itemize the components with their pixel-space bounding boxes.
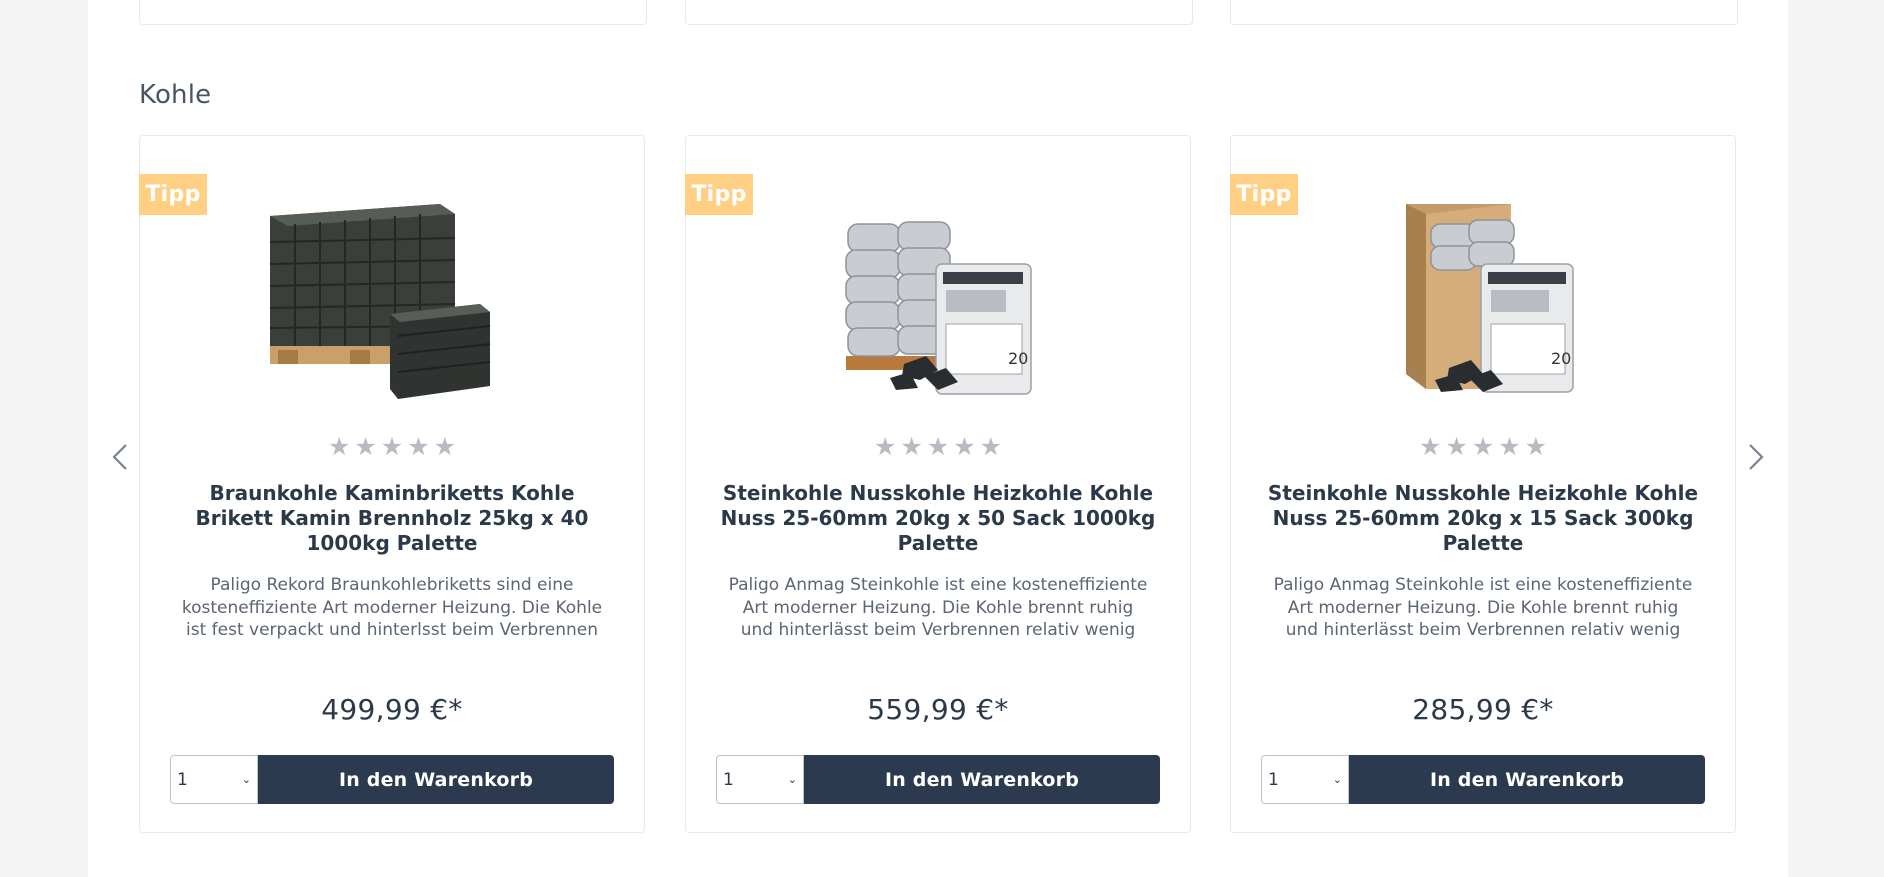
coal-sacks-pallet-icon: 20 [786, 164, 1086, 414]
chevron-down-icon: ⌄ [1332, 773, 1342, 786]
star-icon: ★ [380, 432, 404, 461]
previous-card-bottom [139, 0, 647, 25]
star-icon: ★ [953, 432, 976, 461]
star-icon: ★ [1445, 432, 1468, 461]
quantity-value: 1 [723, 769, 734, 790]
add-to-cart-button[interactable]: In den Warenkorb [1349, 755, 1705, 804]
star-rating: ★ ★ ★ ★ ★ [140, 434, 644, 459]
product-price: 559,99 €* [867, 693, 1009, 726]
product-image[interactable] [240, 164, 540, 414]
star-icon: ★ [873, 432, 897, 461]
coal-sacks-box-icon: 20 [1331, 164, 1631, 414]
chevron-down-icon: ⌄ [787, 773, 797, 786]
product-description: Paligo Anmag Steinkohle ist eine kostene… [1273, 575, 1693, 640]
tipp-badge: Tipp [1230, 174, 1298, 215]
chevron-right-icon[interactable] [1742, 441, 1768, 473]
svg-text:20: 20 [1551, 349, 1571, 368]
product-title[interactable]: Braunkohle Kaminbriketts Kohle Brikett K… [170, 481, 614, 556]
product-image[interactable]: 20 [786, 164, 1086, 414]
product-title[interactable]: Steinkohle Nusskohle Heizkohle Kohle Nus… [716, 481, 1160, 556]
star-rating: ★ ★ ★ ★ ★ [1231, 434, 1735, 459]
star-icon: ★ [926, 432, 950, 461]
briquette-pallet-icon [240, 164, 540, 414]
product-card[interactable]: Tipp ★ ★ ★ ★ ★ Braunkohle Kaminbriketts … [139, 135, 645, 833]
product-price: 285,99 €* [1412, 693, 1554, 726]
add-to-cart-button[interactable]: In den Warenkorb [804, 755, 1160, 804]
product-description: Paligo Anmag Steinkohle ist eine kostene… [728, 575, 1148, 640]
star-icon: ★ [1471, 432, 1495, 461]
svg-text:20: 20 [1008, 349, 1028, 368]
product-price: 499,99 €* [321, 693, 463, 726]
star-icon: ★ [1418, 432, 1442, 461]
previous-card-bottom [685, 0, 1193, 25]
previous-card-bottom [1230, 0, 1738, 25]
quantity-select[interactable]: 1 ⌄ [170, 755, 258, 804]
section-title: Kohle [139, 80, 212, 110]
star-icon: ★ [900, 432, 923, 461]
buy-row: 1 ⌄ In den Warenkorb [170, 755, 614, 804]
quantity-value: 1 [1268, 769, 1279, 790]
quantity-select[interactable]: 1 ⌄ [1261, 755, 1349, 804]
product-title[interactable]: Steinkohle Nusskohle Heizkohle Kohle Nus… [1261, 481, 1705, 556]
star-icon: ★ [407, 432, 430, 461]
quantity-select[interactable]: 1 ⌄ [716, 755, 804, 804]
star-icon: ★ [327, 432, 351, 461]
star-icon: ★ [354, 432, 377, 461]
star-icon: ★ [1498, 432, 1521, 461]
star-icon: ★ [1524, 432, 1548, 461]
chevron-down-icon: ⌄ [241, 773, 251, 786]
buy-row: 1 ⌄ In den Warenkorb [1261, 755, 1705, 804]
chevron-left-icon[interactable] [108, 441, 134, 473]
star-icon: ★ [433, 432, 457, 461]
product-image[interactable]: 20 [1331, 164, 1631, 414]
product-description: Paligo Rekord Braunkohlebriketts sind ei… [181, 575, 603, 640]
product-card[interactable]: Tipp 20 ★ ★ ★ ★ ★ Steinkohle Nusskohle H… [1230, 135, 1736, 833]
tipp-badge: Tipp [139, 174, 207, 215]
star-icon: ★ [979, 432, 1003, 461]
page: Kohle Tipp ★ ★ ★ ★ ★ Braunkohle Kaminbri… [88, 0, 1788, 877]
quantity-value: 1 [177, 769, 188, 790]
star-rating: ★ ★ ★ ★ ★ [686, 434, 1190, 459]
add-to-cart-button[interactable]: In den Warenkorb [258, 755, 614, 804]
buy-row: 1 ⌄ In den Warenkorb [716, 755, 1160, 804]
tipp-badge: Tipp [685, 174, 753, 215]
product-card[interactable]: Tipp 20 ★ ★ ★ ★ ★ Steinkohle Nusskohle H… [685, 135, 1191, 833]
